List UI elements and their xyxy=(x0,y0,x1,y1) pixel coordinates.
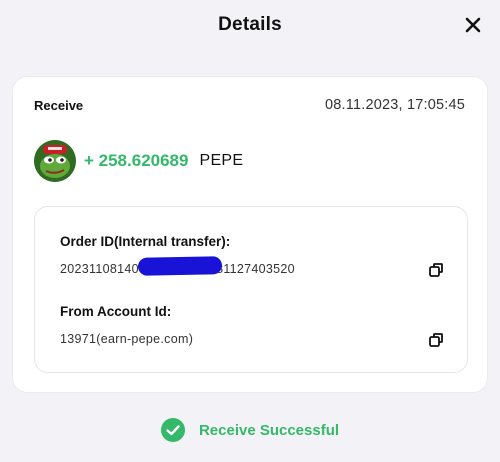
copy-icon xyxy=(429,333,443,347)
transaction-timestamp: 08.11.2023, 17:05:45 xyxy=(325,97,465,113)
details-card: Receive 08.11.2023, 17:05:45 + 258.62068… xyxy=(13,77,487,392)
order-id-label: Order ID(Internal transfer): xyxy=(60,234,231,249)
transaction-header-row: Receive 08.11.2023, 17:05:45 xyxy=(34,97,465,113)
token-symbol: PEPE xyxy=(199,152,244,169)
transaction-amount: + 258.620689 xyxy=(84,151,189,170)
status-text: Receive Successful xyxy=(198,421,340,439)
transfer-details-box: Order ID(Internal transfer): 20231108140… xyxy=(34,206,468,373)
check-circle-icon xyxy=(160,418,185,442)
copy-account-id-button[interactable] xyxy=(427,331,445,349)
page-title: Details xyxy=(218,14,282,35)
copy-icon xyxy=(429,263,443,277)
close-button[interactable] xyxy=(462,14,484,36)
pepe-avatar xyxy=(34,140,76,182)
status-row: Receive Successful xyxy=(0,418,500,442)
details-header: Details xyxy=(0,0,500,50)
order-id-prefix: 20231108140 xyxy=(60,262,139,276)
from-account-value: 13971(earn-pepe.com) xyxy=(60,332,194,346)
copy-order-id-button[interactable] xyxy=(427,261,445,279)
close-icon xyxy=(465,17,481,33)
from-account-label: From Account Id: xyxy=(60,304,172,319)
redaction-scribble xyxy=(137,256,223,276)
amount-row: + 258.620689 PEPE xyxy=(34,140,243,182)
transaction-type: Receive xyxy=(34,97,84,113)
